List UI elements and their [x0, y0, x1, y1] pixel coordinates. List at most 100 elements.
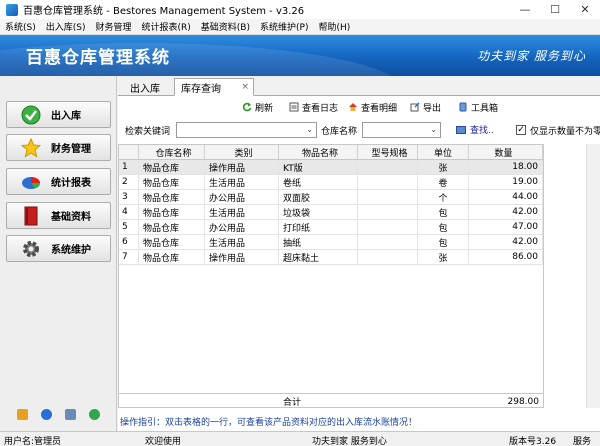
tab-in-out[interactable]: 出入库 [124, 78, 172, 96]
folder-icon[interactable] [16, 408, 28, 420]
toolbox-icon [458, 102, 468, 112]
menu-finance[interactable]: 财务管理 [91, 20, 137, 33]
sidebar-item-label: 财务管理 [51, 144, 91, 155]
only-nonzero-checkbox[interactable]: ✓ [516, 125, 526, 135]
tab-bar: 出入库 库存查询 × [118, 76, 600, 96]
column-header[interactable]: 仓库名称 [139, 145, 205, 160]
table-row[interactable]: 4 物品仓库 生活用品 垃圾袋 包 42.00 [119, 205, 543, 220]
refresh-button[interactable]: 刷新 [242, 100, 273, 114]
banner-slogan: 功夫到家 服务到心 [477, 49, 586, 63]
table-row[interactable]: 3 物品仓库 办公用品 双面胶 个 44.00 [119, 190, 543, 205]
table-row[interactable]: 5 物品仓库 办公用品 打印纸 包 47.00 [119, 220, 543, 235]
menu-maintenance[interactable]: 系统维护(P) [255, 20, 313, 33]
cell-quantity: 42.00 [469, 205, 543, 220]
toolbox-button[interactable]: 工具箱 [458, 100, 498, 114]
total-spacer [358, 394, 418, 407]
sidebar-item-finance[interactable]: 财务管理 [6, 134, 111, 161]
cell-category: 操作用品 [205, 250, 279, 265]
cell-unit: 包 [418, 235, 469, 250]
cell-spec [358, 235, 418, 250]
export-icon [410, 102, 420, 112]
gear-icon [21, 239, 41, 259]
menu-basic-data[interactable]: 基础资料(B) [196, 20, 255, 33]
status-bar: 用户名:管理员 欢迎使用 功夫到家 服务到心 版本号3.26 服务 [0, 431, 600, 446]
cell-category: 办公用品 [205, 220, 279, 235]
vertical-scrollbar[interactable] [586, 144, 600, 408]
sidebar-item-label: 基础资料 [51, 212, 91, 223]
menu-system[interactable]: 系统(S) [0, 20, 41, 33]
main-content: 刷新 查看日志 查看明细 导出 工具箱 检索关键词 ⌄ 仓库名称 ⌄ 查找.. … [118, 96, 600, 431]
cell-unit: 张 [418, 250, 469, 265]
window-title: 百惠仓库管理系统 - Bestores Management System - … [23, 6, 305, 17]
sidebar-item-label: 出入库 [51, 111, 81, 122]
sidebar-item-reports[interactable]: 统计报表 [6, 168, 111, 195]
total-row: 合计 298.00 [119, 393, 543, 407]
tab-stock-query[interactable]: 库存查询 × [174, 78, 254, 96]
warehouse-label: 仓库名称 [321, 127, 358, 137]
column-header[interactable]: 类别 [205, 145, 279, 160]
sidebar-item-in-out[interactable]: 出入库 [6, 101, 111, 128]
warehouse-combo[interactable]: ⌄ [362, 122, 441, 138]
cell-item: 抽纸 [279, 235, 358, 250]
maximize-button[interactable]: ☐ [540, 0, 570, 19]
close-button[interactable]: ✕ [570, 0, 600, 19]
keyword-label: 检索关键词 [125, 127, 171, 137]
cell-quantity: 44.00 [469, 190, 543, 205]
export-label: 导出 [423, 103, 442, 114]
row-number: 7 [119, 250, 139, 265]
title-bar: 百惠仓库管理系统 - Bestores Management System - … [0, 0, 600, 19]
column-header[interactable]: 型号规格 [358, 145, 418, 160]
chevron-down-icon: ⌄ [430, 125, 437, 134]
view-log-button[interactable]: 查看日志 [289, 100, 338, 114]
total-spacer [139, 394, 205, 407]
sidebar-item-basic-data[interactable]: 基础资料 [6, 202, 111, 229]
pie-chart-icon [21, 172, 41, 192]
cell-warehouse: 物品仓库 [139, 190, 205, 205]
column-header[interactable]: 数量 [469, 145, 543, 160]
cell-item: 打印纸 [279, 220, 358, 235]
window-controls: — ☐ ✕ [510, 0, 600, 19]
app-banner: 百惠仓库管理系统 功夫到家 服务到心 [0, 35, 600, 76]
cell-quantity: 47.00 [469, 220, 543, 235]
info-icon[interactable] [40, 408, 52, 420]
menu-help[interactable]: 帮助(H) [313, 20, 355, 33]
cell-warehouse: 物品仓库 [139, 175, 205, 190]
home-icon [348, 102, 358, 112]
view-detail-button[interactable]: 查看明细 [348, 100, 397, 114]
menu-reports[interactable]: 统计报表(R) [137, 20, 196, 33]
row-number: 5 [119, 220, 139, 235]
cell-warehouse: 物品仓库 [139, 205, 205, 220]
sidebar-item-label: 统计报表 [51, 178, 91, 189]
only-nonzero-label: 仅显示数量不为零 [530, 127, 600, 137]
column-header[interactable]: 物品名称 [279, 145, 358, 160]
log-icon [289, 102, 299, 112]
keyword-combo[interactable]: ⌄ [176, 122, 317, 138]
menu-bar: 系统(S) 出入库(S) 财务管理 统计报表(R) 基础资料(B) 系统维护(P… [0, 19, 600, 35]
refresh-icon[interactable] [89, 408, 101, 420]
toolbar: 刷新 查看日志 查看明细 导出 工具箱 [118, 98, 600, 116]
table-row[interactable]: 2 物品仓库 生活用品 卷纸 卷 19.00 [119, 175, 543, 190]
cell-quantity: 18.00 [469, 160, 543, 175]
minimize-button[interactable]: — [510, 0, 540, 19]
cell-category: 办公用品 [205, 190, 279, 205]
sidebar-item-maintenance[interactable]: 系统维护 [6, 235, 111, 262]
column-header[interactable] [119, 145, 139, 160]
cell-unit: 个 [418, 190, 469, 205]
find-button[interactable]: 查找.. [456, 123, 494, 136]
table-row[interactable]: 6 物品仓库 生活用品 抽纸 包 42.00 [119, 235, 543, 250]
tab-label: 库存查询 [181, 83, 221, 95]
cell-item: 垃圾袋 [279, 205, 358, 220]
status-welcome: 欢迎使用 [145, 437, 182, 446]
column-header[interactable]: 单位 [418, 145, 469, 160]
export-button[interactable]: 导出 [410, 100, 441, 114]
cell-category: 生活用品 [205, 205, 279, 220]
table-row[interactable]: 7 物品仓库 操作用品 超床黏土 张 86.00 [119, 250, 543, 265]
cell-warehouse: 物品仓库 [139, 250, 205, 265]
table-row[interactable]: 1 物品仓库 操作用品 KT版 张 18.00 [119, 160, 543, 175]
operation-hint: 操作指引：双击表格的一行，可查看该产品资料对应的出入库流水账情况！ [120, 417, 418, 428]
menu-in-out[interactable]: 出入库(S) [41, 20, 91, 33]
check-circle-icon [21, 105, 41, 125]
cell-item: 双面胶 [279, 190, 358, 205]
monitor-icon[interactable] [65, 408, 77, 420]
close-tab-icon[interactable]: × [241, 82, 249, 92]
